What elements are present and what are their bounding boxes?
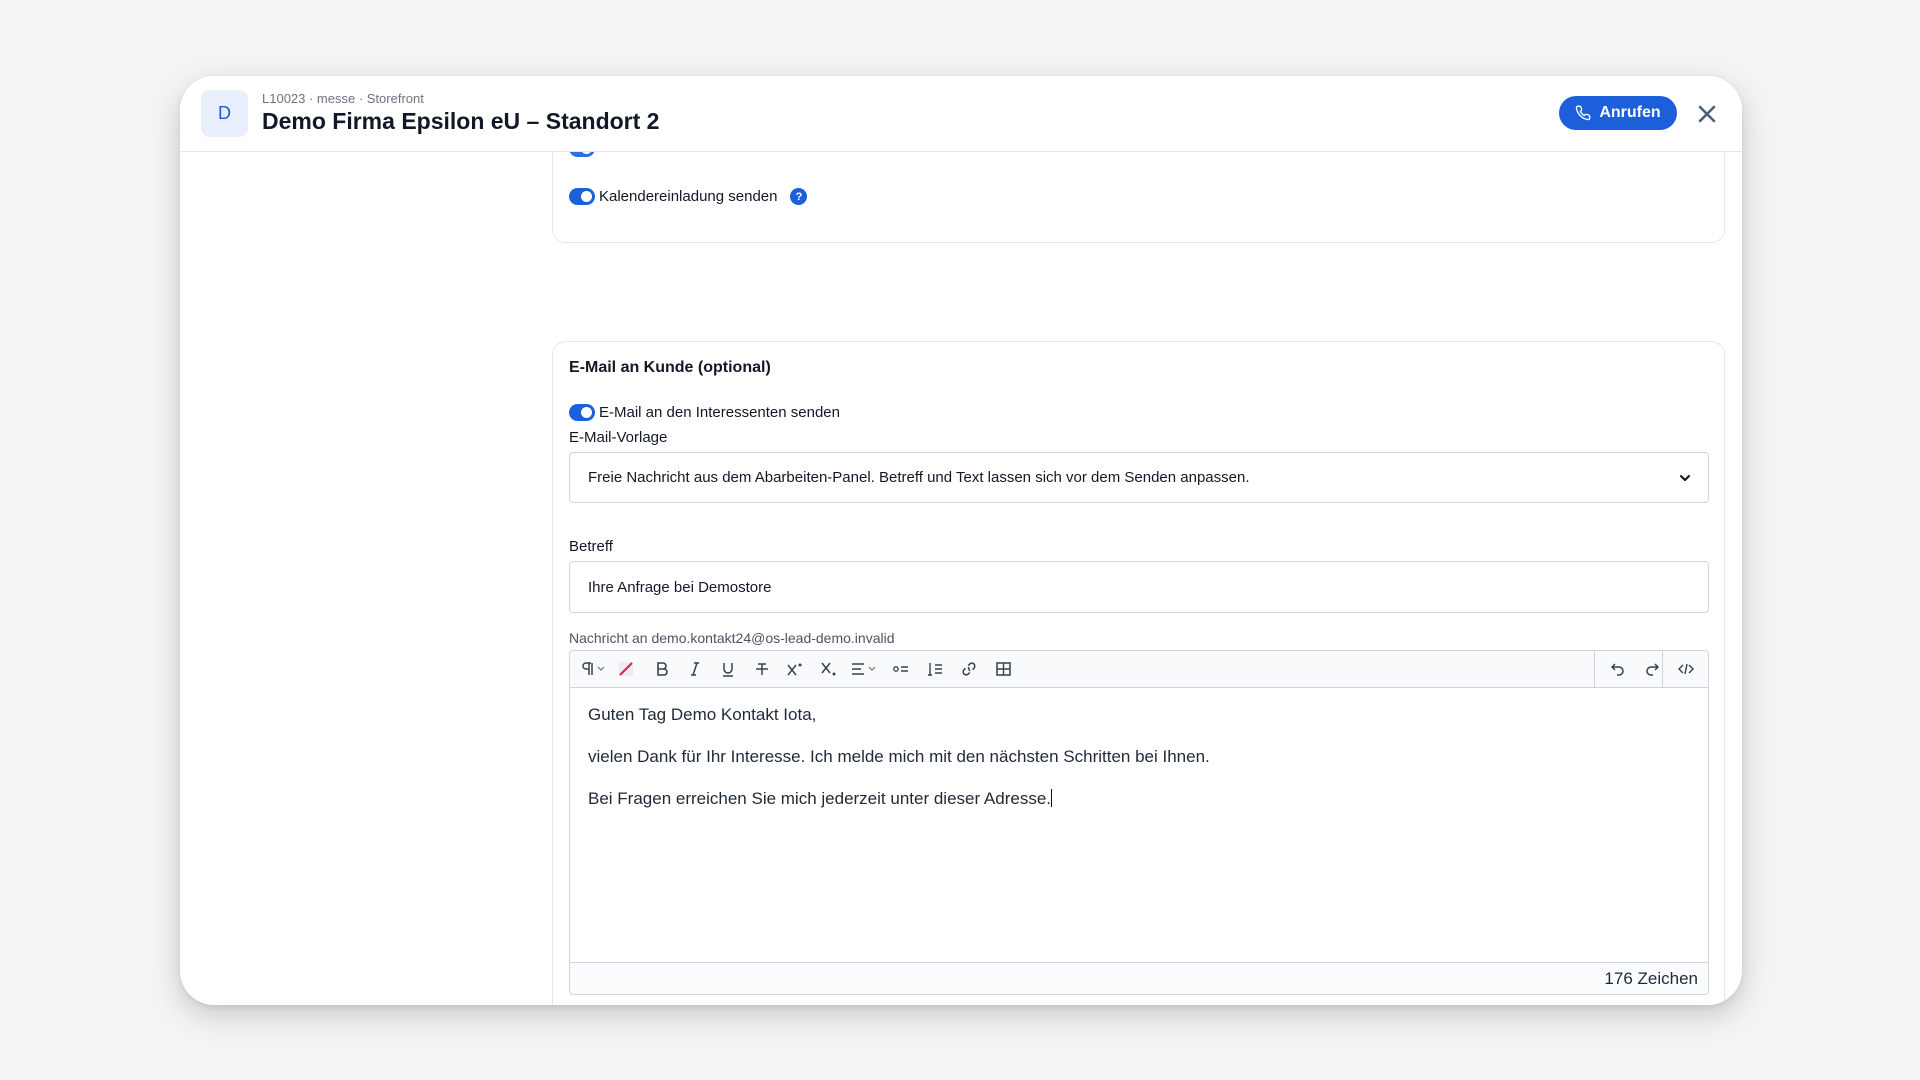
message-line-2: vielen Dank für Ihr Interesse. Ich melde… xyxy=(588,747,1210,766)
call-button[interactable]: Anrufen xyxy=(1559,96,1677,130)
subject-input-value: Ihre Anfrage bei Demostore xyxy=(588,578,772,596)
call-button-label: Anrufen xyxy=(1599,104,1661,121)
bullet-list-icon[interactable] xyxy=(893,660,909,678)
toggle-row-partial xyxy=(569,152,595,157)
message-recipient-label: Nachricht an demo.kontakt24@os-lead-demo… xyxy=(569,630,895,646)
message-line-3-text: Bei Fragen erreichen Sie mich jederzeit … xyxy=(588,789,1052,808)
editor-footer: 176 Zeichen xyxy=(570,962,1708,994)
redo-icon[interactable] xyxy=(1644,660,1660,678)
strikethrough-icon[interactable] xyxy=(754,660,770,678)
subscript-icon[interactable] xyxy=(821,660,837,678)
lead-modal: D L10023 · messe · Storefront Demo Firma… xyxy=(180,76,1742,1005)
toolbar-separator xyxy=(1594,651,1595,688)
text-cursor xyxy=(1051,789,1053,807)
subject-input[interactable]: Ihre Anfrage bei Demostore xyxy=(569,561,1709,613)
clear-format-icon[interactable] xyxy=(616,660,636,678)
email-toggle-label: E-Mail an den Interessenten senden xyxy=(599,404,840,421)
rich-text-editor[interactable]: Guten Tag Demo Kontakt Iota, vielen Dank… xyxy=(569,650,1709,995)
link-icon[interactable] xyxy=(961,660,977,678)
italic-icon[interactable] xyxy=(687,660,703,678)
toolbar-separator xyxy=(1662,651,1663,688)
breadcrumb: L10023 · messe · Storefront xyxy=(262,91,424,106)
calendar-toggle-label: Kalendereinladung senden xyxy=(599,188,778,205)
avatar: D xyxy=(201,90,248,137)
modal-body: Kalendereinladung senden ? E-Mail an Kun… xyxy=(180,152,1742,1005)
subject-label: Betreff xyxy=(569,538,613,555)
underline-icon[interactable] xyxy=(720,660,736,678)
toggle-row-email: E-Mail an den Interessenten senden xyxy=(569,404,840,421)
close-button[interactable] xyxy=(1693,100,1721,128)
code-view-icon[interactable] xyxy=(1678,660,1694,678)
email-toggle[interactable] xyxy=(569,404,595,421)
bold-icon[interactable] xyxy=(654,660,670,678)
table-icon[interactable] xyxy=(995,660,1011,678)
align-icon[interactable] xyxy=(851,660,879,678)
help-icon[interactable]: ? xyxy=(790,188,808,205)
email-card: E-Mail an Kunde (optional) E-Mail an den… xyxy=(552,341,1725,1005)
toggle-row-calendar: Kalendereinladung senden ? xyxy=(569,188,808,205)
message-line-1: Guten Tag Demo Kontakt Iota, xyxy=(588,705,817,724)
char-count: 176 Zeichen xyxy=(1604,969,1698,988)
page-title: Demo Firma Epsilon eU – Standort 2 xyxy=(262,108,660,134)
undo-icon[interactable] xyxy=(1610,660,1626,678)
notification-settings-card: Kalendereinladung senden ? xyxy=(552,152,1725,243)
editor-content[interactable]: Guten Tag Demo Kontakt Iota, vielen Dank… xyxy=(588,705,1210,831)
editor-toolbar xyxy=(570,651,1708,688)
template-select-value: Freie Nachricht aus dem Abarbeiten-Panel… xyxy=(588,469,1250,486)
numbered-list-icon[interactable] xyxy=(927,660,943,678)
template-label: E-Mail-Vorlage xyxy=(569,429,668,446)
toggle-switch-partial[interactable] xyxy=(569,152,595,157)
message-line-3: Bei Fragen erreichen Sie mich jederzeit … xyxy=(588,789,1210,809)
phone-icon xyxy=(1576,105,1591,121)
chevron-down-icon xyxy=(1680,475,1690,481)
template-select[interactable]: Freie Nachricht aus dem Abarbeiten-Panel… xyxy=(569,452,1709,503)
paragraph-icon[interactable] xyxy=(582,660,608,678)
close-icon xyxy=(1698,105,1716,123)
section-title: E-Mail an Kunde (optional) xyxy=(569,359,771,376)
modal-header: D L10023 · messe · Storefront Demo Firma… xyxy=(180,76,1742,152)
calendar-toggle[interactable] xyxy=(569,188,595,205)
superscript-icon[interactable] xyxy=(787,660,803,678)
